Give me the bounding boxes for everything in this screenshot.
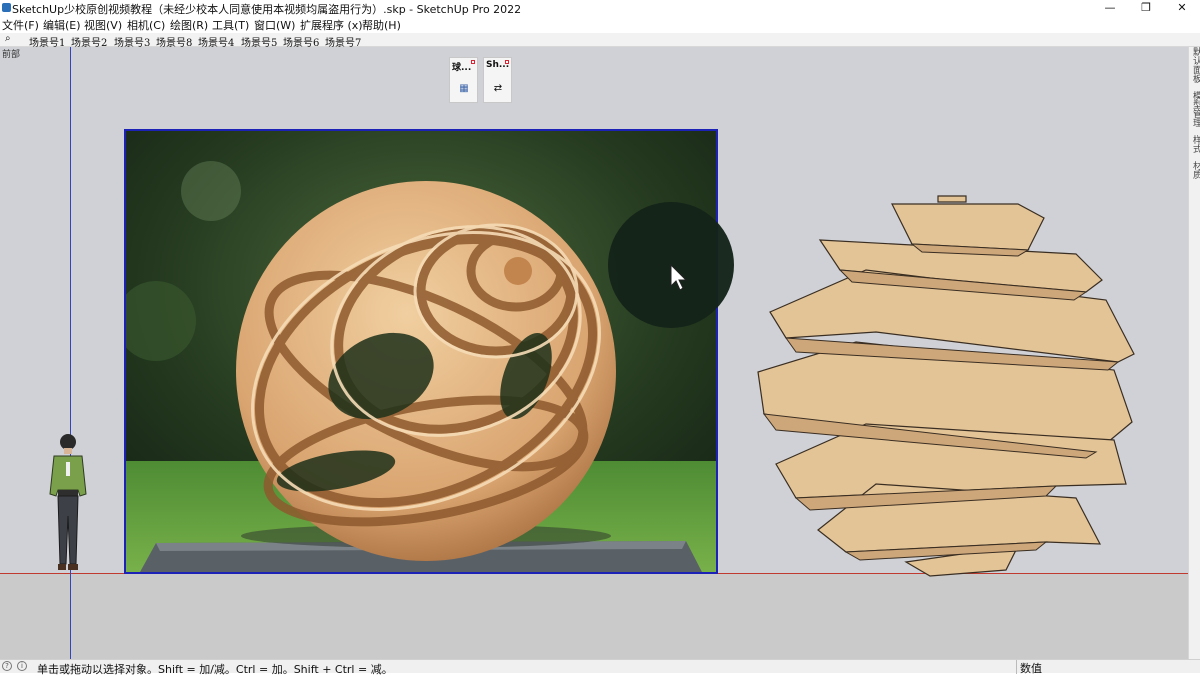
wooden-sphere-photo (126, 131, 716, 572)
menu-camera[interactable]: 相机(C) (127, 17, 165, 33)
panel-tab-materials[interactable]: 材质 (1190, 161, 1200, 179)
reference-photo-image[interactable] (124, 129, 718, 574)
sphere-tool-icon[interactable]: ▦ (456, 82, 472, 96)
toolbar-close-icon[interactable] (505, 60, 509, 64)
minimize-button[interactable]: — (1092, 0, 1128, 16)
swap-tool-icon[interactable]: ⇄ (490, 82, 506, 96)
shape-toolbar[interactable]: Sh... ⇄ (483, 57, 512, 103)
tray-panel: 默认面板 模型管理 样式 材质 (1188, 47, 1200, 659)
menu-extensions[interactable]: 扩展程序 (x) (300, 17, 363, 33)
window-title: SketchUp少校原创视频教程（未经少校本人同意使用本视频均属盗用行为）.sk… (12, 3, 522, 16)
toolbar-close-icon[interactable] (471, 60, 475, 64)
panel-tab-default-tray[interactable]: 默认面板 (1190, 47, 1200, 83)
spiral-sphere-model[interactable] (756, 192, 1140, 577)
sketchup-logo-icon (2, 3, 11, 12)
view-label: 前部 (2, 50, 21, 60)
menu-bar: 文件(F) 编辑(E) 视图(V) 相机(C) 绘图(R) 工具(T) 窗口(W… (0, 16, 1200, 33)
panel-tab-outliner[interactable]: 模型管理 (1190, 91, 1200, 127)
sphere-toolbar[interactable]: 球... ▦ (449, 57, 478, 103)
menu-window[interactable]: 窗口(W) (254, 17, 295, 33)
viewport-ground (0, 574, 1188, 659)
spiral-sphere-geometry (757, 195, 1135, 577)
scale-person-figure[interactable] (46, 432, 94, 575)
measurements-label: 数值 (1020, 662, 1042, 675)
menu-view[interactable]: 视图(V) (84, 17, 122, 33)
mouse-cursor-icon (670, 263, 688, 291)
menu-help[interactable]: 帮助(H) (362, 17, 401, 33)
close-button[interactable]: ✕ (1164, 0, 1200, 16)
geolocation-icon[interactable]: ? (2, 661, 12, 671)
measurements-box[interactable]: 数值 (1016, 660, 1200, 675)
panel-tab-styles[interactable]: 样式 (1190, 135, 1200, 153)
title-bar: SketchUp少校原创视频教程（未经少校本人同意使用本视频均属盗用行为）.sk… (0, 0, 1200, 16)
menu-draw[interactable]: 绘图(R) (170, 17, 208, 33)
menu-tools[interactable]: 工具(T) (212, 17, 249, 33)
status-hint: 单击或拖动以选择对象。Shift = 加/减。Ctrl = 加。Shift + … (37, 663, 393, 676)
maximize-button[interactable]: ❐ (1128, 0, 1164, 16)
drawing-viewport[interactable]: 前部 球... ▦ Sh... ⇄ (0, 47, 1188, 659)
info-icon[interactable]: i (17, 661, 27, 671)
menu-edit[interactable]: 编辑(E) (43, 17, 81, 33)
toolbar-title: 球... (452, 63, 472, 73)
search-icon[interactable]: ⌕ (5, 33, 11, 44)
status-bar: ? i 单击或拖动以选择对象。Shift = 加/减。Ctrl = 加。Shif… (0, 659, 1200, 676)
scene-tabs-bar: ⌕ 场景号1 场景号2 场景号3 场景号8 场景号4 场景号5 场景号6 场景号… (0, 33, 1200, 49)
person-silhouette (49, 434, 87, 570)
cursor-highlight (608, 202, 734, 328)
menu-file[interactable]: 文件(F) (2, 17, 39, 33)
